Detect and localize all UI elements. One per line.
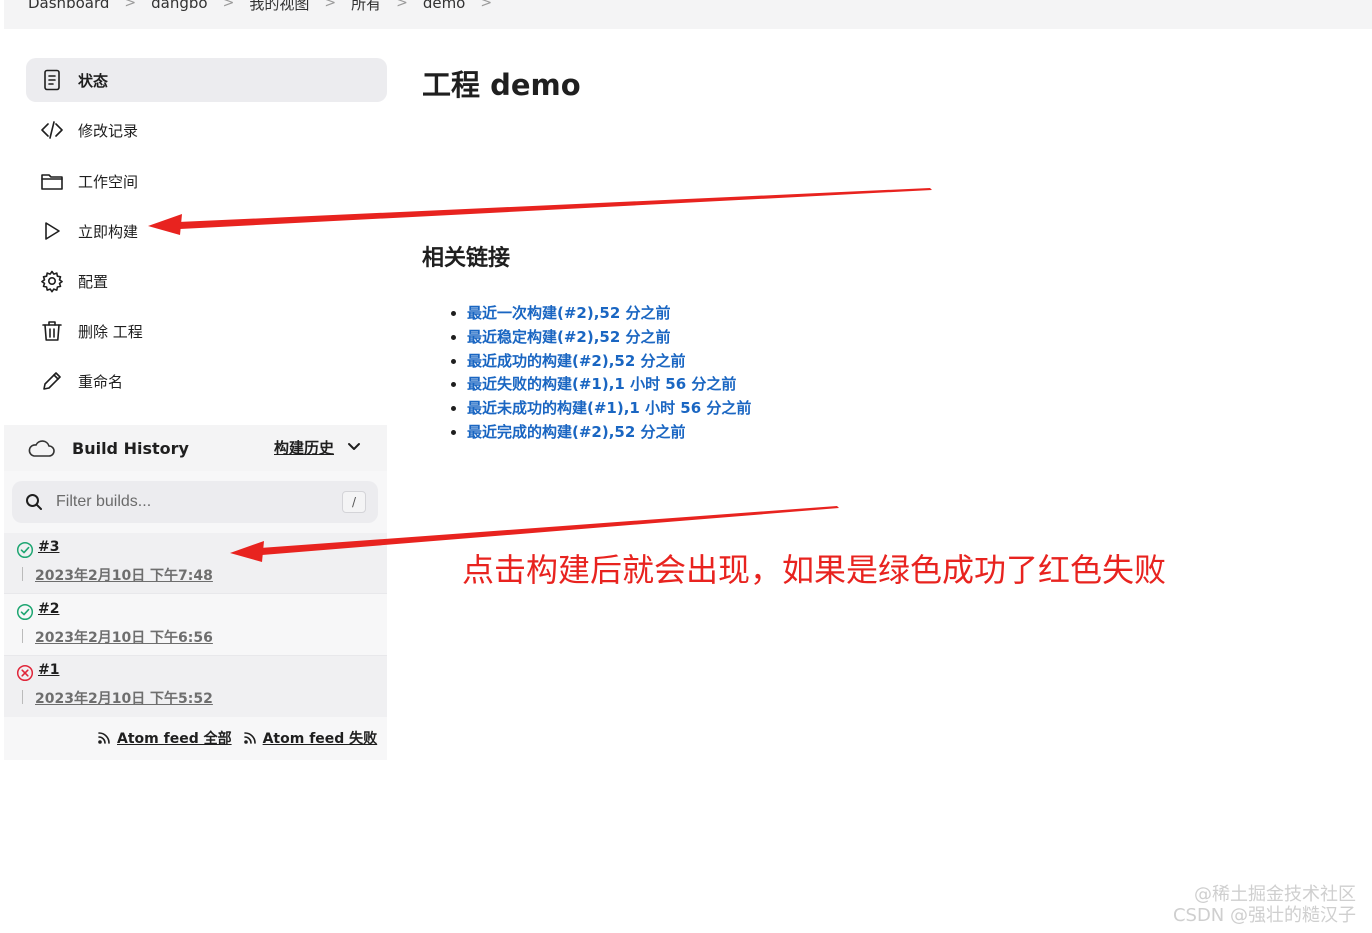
gear-icon	[39, 268, 65, 294]
build-trend-link[interactable]: 构建历史	[274, 437, 334, 458]
failed-x-icon	[16, 664, 34, 682]
build-row[interactable]: #3 2023年2月10日 下午7:48	[4, 533, 387, 594]
filter-builds: /	[12, 481, 378, 523]
task-label: 删除 工程	[78, 322, 143, 341]
atom-feeds: Atom feed 全部 Atom feed 失败	[96, 728, 387, 748]
breadcrumb-all[interactable]: 所有	[351, 0, 381, 14]
task-build-now[interactable]: 立即构建	[26, 209, 387, 253]
task-changes[interactable]: 修改记录	[26, 108, 387, 152]
breadcrumb-dangbo[interactable]: dangbo	[151, 0, 207, 12]
breadcrumb-dashboard[interactable]: Dashboard	[28, 0, 109, 12]
task-label: 状态	[78, 71, 109, 90]
build-number-link[interactable]: #3	[38, 539, 59, 555]
task-label: 配置	[78, 272, 109, 291]
trash-icon	[39, 318, 65, 344]
breadcrumb-chevron-icon: >	[124, 0, 137, 11]
list-item: 最近完成的构建(#2),52 分之前	[467, 421, 751, 445]
atom-feed-all-link[interactable]: Atom feed 全部	[96, 728, 232, 748]
related-links-list: 最近一次构建(#2),52 分之前 最近稳定构建(#2),52 分之前 最近成功…	[448, 302, 751, 445]
breadcrumb-my-views[interactable]: 我的视图	[249, 0, 309, 14]
atom-feed-failed-link[interactable]: Atom feed 失败	[242, 728, 378, 748]
chevron-down-icon[interactable]	[346, 438, 362, 454]
watermark: @稀土掘金技术社区 CSDN @强壮的糙汉子	[1173, 884, 1356, 926]
breadcrumb-demo[interactable]: demo	[423, 0, 466, 12]
build-date-link[interactable]: 2023年2月10日 下午6:56	[35, 627, 213, 647]
permalink-last-stable[interactable]: 最近稳定构建(#2),52 分之前	[467, 328, 671, 346]
list-item: 最近失败的构建(#1),1 小时 56 分之前	[467, 373, 751, 397]
success-check-icon	[16, 541, 34, 559]
code-icon	[39, 117, 65, 143]
timeline-bar	[22, 567, 23, 581]
breadcrumb-chevron-icon: >	[396, 0, 408, 11]
breadcrumb: Dashboard > dangbo > 我的视图 > 所有 > demo >	[28, 0, 507, 14]
permalink-last-build[interactable]: 最近一次构建(#2),52 分之前	[467, 304, 671, 322]
permalink-last-successful[interactable]: 最近成功的构建(#2),52 分之前	[467, 352, 686, 370]
breadcrumb-chevron-icon: >	[222, 0, 235, 11]
list-item: 最近未成功的构建(#1),1 小时 56 分之前	[467, 397, 751, 421]
task-label: 工作空间	[78, 172, 139, 191]
build-number-link[interactable]: #2	[38, 601, 59, 617]
search-icon	[24, 492, 44, 512]
atom-feed-all-label: Atom feed 全部	[117, 731, 232, 747]
task-label: 立即构建	[78, 222, 139, 241]
divider	[4, 593, 387, 594]
timeline-bar	[22, 629, 23, 643]
build-number-link[interactable]: #1	[38, 662, 59, 678]
pencil-icon	[39, 368, 65, 394]
filter-builds-input[interactable]	[54, 492, 338, 512]
play-icon	[39, 218, 65, 244]
task-configure[interactable]: 配置	[26, 259, 387, 303]
related-links-title: 相关链接	[422, 246, 511, 271]
task-delete-project[interactable]: 删除 工程	[26, 309, 387, 353]
list-item: 最近成功的构建(#2),52 分之前	[467, 350, 751, 374]
rss-icon	[243, 732, 256, 744]
timeline-bar	[22, 690, 23, 704]
permalink-last-completed[interactable]: 最近完成的构建(#2),52 分之前	[467, 423, 686, 441]
shortcut-hint: /	[342, 491, 366, 513]
atom-feed-failed-label: Atom feed 失败	[262, 731, 378, 747]
document-icon	[39, 67, 65, 93]
list-item: 最近稳定构建(#2),52 分之前	[467, 326, 751, 350]
task-rename[interactable]: 重命名	[26, 359, 387, 403]
build-row[interactable]: #1 2023年2月10日 下午5:52	[4, 656, 387, 717]
rss-icon	[98, 732, 110, 744]
build-history-title: Build History	[72, 438, 189, 458]
cloud-icon	[26, 437, 56, 459]
folder-icon	[39, 168, 65, 194]
breadcrumb-chevron-icon: >	[324, 0, 337, 11]
success-check-icon	[16, 603, 34, 621]
build-date-link[interactable]: 2023年2月10日 下午7:48	[35, 565, 213, 585]
page-title: 工程 demo	[422, 68, 581, 102]
permalink-last-failed[interactable]: 最近失败的构建(#1),1 小时 56 分之前	[467, 375, 736, 393]
list-item: 最近一次构建(#2),52 分之前	[467, 302, 751, 326]
build-history-header: Build History 构建历史	[4, 425, 387, 471]
build-row[interactable]: #2 2023年2月10日 下午6:56	[4, 595, 387, 656]
breadcrumb-bar: Dashboard > dangbo > 我的视图 > 所有 > demo >	[4, 0, 1372, 29]
task-workspace[interactable]: 工作空间	[26, 159, 387, 203]
task-status[interactable]: 状态	[26, 58, 387, 102]
breadcrumb-chevron-icon: >	[480, 0, 493, 11]
task-label: 重命名	[78, 372, 124, 391]
task-label: 修改记录	[78, 121, 139, 140]
annotation-note: 点击构建后就会出现，如果是绿色成功了红色失败	[462, 551, 1167, 589]
watermark-line: CSDN @强壮的糙汉子	[1172, 905, 1356, 926]
permalink-last-unsuccessful[interactable]: 最近未成功的构建(#1),1 小时 56 分之前	[467, 399, 751, 417]
build-date-link[interactable]: 2023年2月10日 下午5:52	[35, 688, 213, 708]
watermark-line: @稀土掘金技术社区	[1194, 884, 1356, 905]
